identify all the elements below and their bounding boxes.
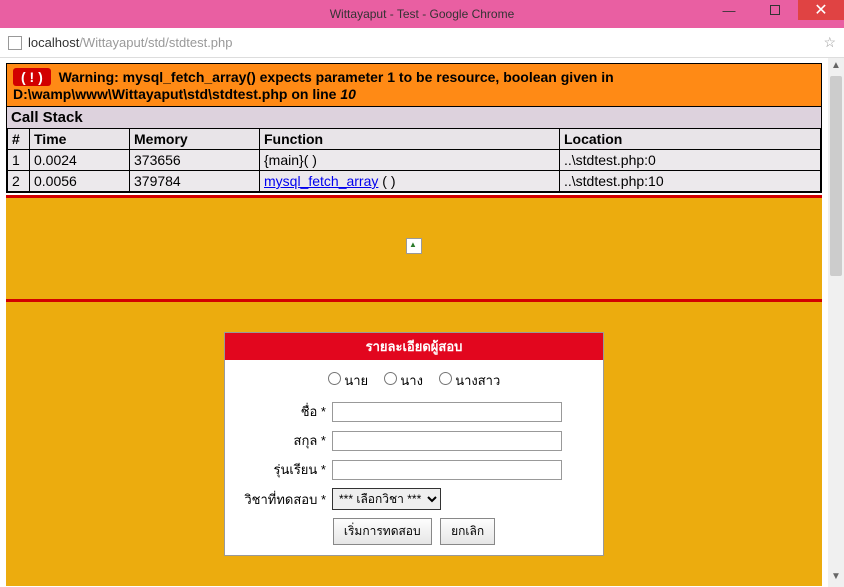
- scrollbar[interactable]: ▲ ▼: [828, 58, 844, 587]
- table-header-row: # Time Memory Function Location: [8, 129, 821, 150]
- cell-location: ..\stdtest.php:0: [560, 150, 821, 171]
- start-test-button[interactable]: เริ่มการทดสอบ: [333, 518, 432, 545]
- error-line-number: 10: [340, 86, 356, 102]
- cell-num: 2: [8, 171, 30, 192]
- name-row: ชื่อ *: [237, 401, 591, 422]
- batch-label: รุ่นเรียน *: [237, 459, 332, 480]
- cell-location: ..\stdtest.php:10: [560, 171, 821, 192]
- page-icon: [8, 36, 22, 50]
- window-titlebar: Wittayaput - Test - Google Chrome — ✕: [0, 0, 844, 28]
- cell-function: {main}( ): [260, 150, 560, 171]
- cell-time: 0.0024: [30, 150, 130, 171]
- cell-function: mysql_fetch_array ( ): [260, 171, 560, 192]
- close-button[interactable]: ✕: [798, 0, 844, 20]
- surname-label: สกุล *: [237, 430, 332, 451]
- subject-label: วิชาที่ทดสอบ *: [237, 489, 332, 510]
- title-radio-row: นาย นาง นางสาว: [237, 370, 591, 391]
- scrollbar-thumb[interactable]: [830, 76, 842, 276]
- callstack-title: Call Stack: [7, 106, 821, 128]
- scroll-down-icon[interactable]: ▼: [831, 571, 841, 585]
- form-section: รายละเอียดผู้สอบ นาย นาง นางสาว ชื่อ * ส…: [6, 299, 822, 586]
- page-content: ( ! ) Warning: mysql_fetch_array() expec…: [0, 58, 844, 587]
- radio-mrs-input[interactable]: [384, 372, 397, 385]
- cell-memory: 379784: [130, 171, 260, 192]
- col-memory-header: Memory: [130, 129, 260, 150]
- error-message: ( ! ) Warning: mysql_fetch_array() expec…: [7, 64, 821, 106]
- function-link[interactable]: mysql_fetch_array: [264, 173, 378, 189]
- url-domain: localhost: [28, 35, 79, 50]
- subject-row: วิชาที่ทดสอบ * *** เลือกวิชา ***: [237, 488, 591, 510]
- php-error-box: ( ! ) Warning: mysql_fetch_array() expec…: [6, 63, 822, 193]
- col-function-header: Function: [260, 129, 560, 150]
- radio-miss[interactable]: นางสาว: [439, 373, 501, 388]
- surname-input[interactable]: [332, 431, 562, 451]
- form-body: นาย นาง นางสาว ชื่อ * สกุล * รุ่นเรียน *: [225, 360, 603, 555]
- callstack-table: # Time Memory Function Location 1 0.0024…: [7, 128, 821, 192]
- col-num-header: #: [8, 129, 30, 150]
- button-row: เริ่มการทดสอบ ยกเลิก: [237, 518, 591, 545]
- col-location-header: Location: [560, 129, 821, 150]
- url-path: /Wittayaput/std/stdtest.php: [79, 35, 232, 50]
- bookmark-icon[interactable]: ☆: [823, 34, 836, 51]
- cell-time: 0.0056: [30, 171, 130, 192]
- banner-section: [6, 195, 822, 299]
- window-controls: — ✕: [706, 0, 844, 20]
- table-row: 1 0.0024 373656 {main}( ) ..\stdtest.php…: [8, 150, 821, 171]
- address-bar[interactable]: localhost/Wittayaput/std/stdtest.php ☆: [0, 28, 844, 58]
- surname-row: สกุล *: [237, 430, 591, 451]
- col-time-header: Time: [30, 129, 130, 150]
- scroll-up-icon[interactable]: ▲: [831, 60, 841, 74]
- cell-memory: 373656: [130, 150, 260, 171]
- cell-num: 1: [8, 150, 30, 171]
- maximize-button[interactable]: [752, 0, 798, 20]
- warning-icon: ( ! ): [13, 68, 51, 86]
- minimize-button[interactable]: —: [706, 0, 752, 20]
- table-row: 2 0.0056 379784 mysql_fetch_array ( ) ..…: [8, 171, 821, 192]
- radio-mr-input[interactable]: [328, 372, 341, 385]
- radio-mrs[interactable]: นาง: [384, 373, 423, 388]
- radio-mr[interactable]: นาย: [328, 373, 368, 388]
- broken-image-icon: [406, 238, 422, 254]
- radio-miss-input[interactable]: [439, 372, 452, 385]
- name-input[interactable]: [332, 402, 562, 422]
- batch-input[interactable]: [332, 460, 562, 480]
- test-form: รายละเอียดผู้สอบ นาย นาง นางสาว ชื่อ * ส…: [224, 332, 604, 556]
- url-text: localhost/Wittayaput/std/stdtest.php: [28, 35, 233, 50]
- form-header: รายละเอียดผู้สอบ: [225, 333, 603, 360]
- cancel-button[interactable]: ยกเลิก: [440, 518, 495, 545]
- batch-row: รุ่นเรียน *: [237, 459, 591, 480]
- name-label: ชื่อ *: [237, 401, 332, 422]
- error-text: Warning: mysql_fetch_array() expects par…: [13, 69, 614, 102]
- subject-select[interactable]: *** เลือกวิชา ***: [332, 488, 441, 510]
- window-title: Wittayaput - Test - Google Chrome: [330, 7, 515, 21]
